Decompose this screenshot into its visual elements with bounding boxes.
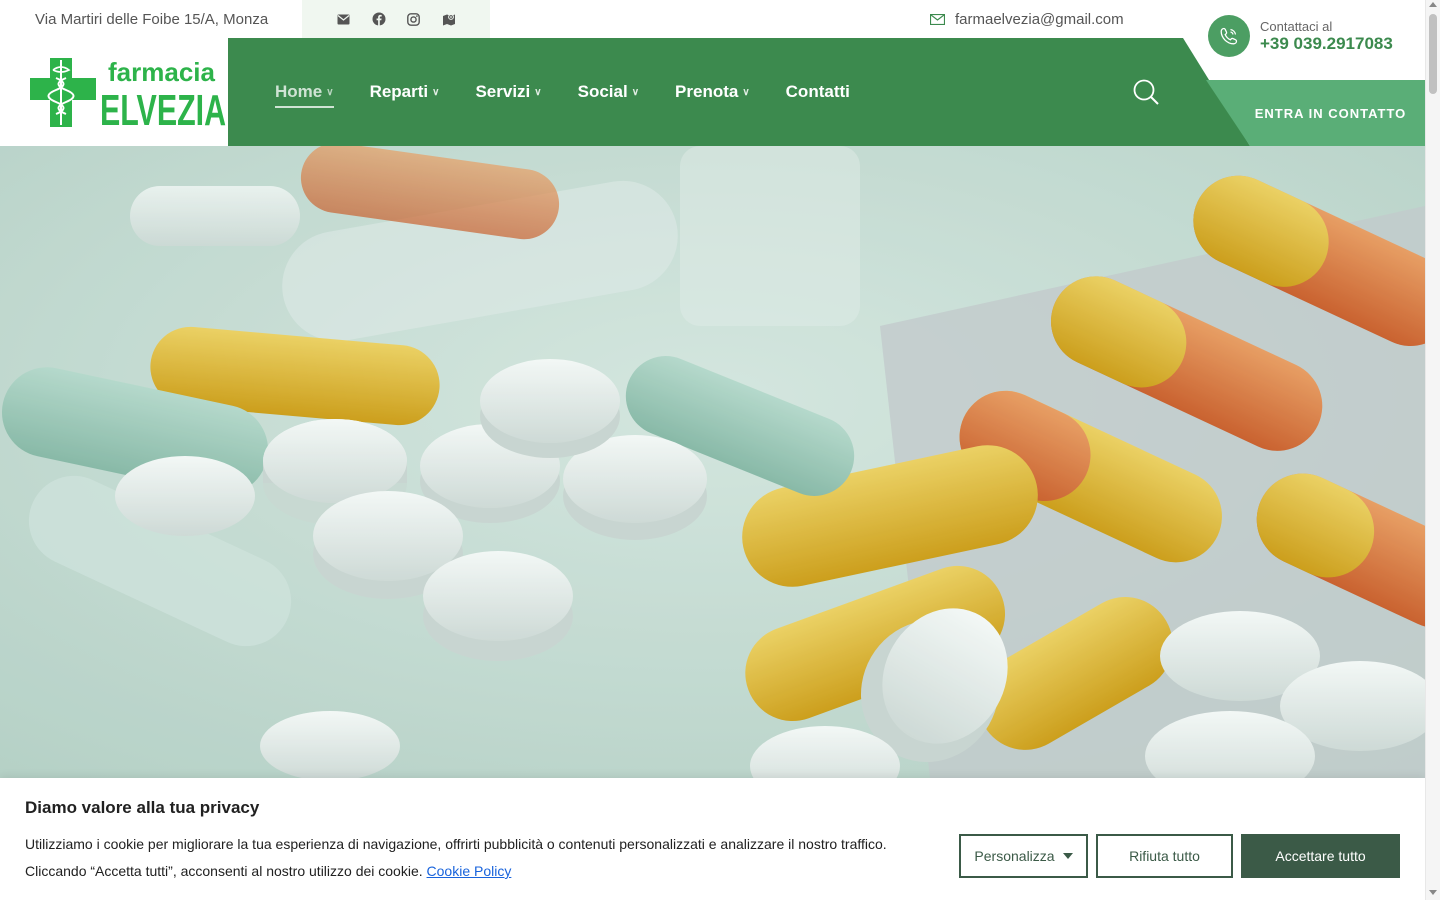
caduceus-cross-icon: [30, 58, 96, 127]
logo-text-line2: ELVEZIA: [100, 86, 226, 135]
chevron-down-icon: ∨: [326, 86, 334, 98]
chevron-down-icon: ∨: [742, 86, 750, 98]
envelope-icon[interactable]: [336, 11, 352, 27]
cookie-policy-link[interactable]: Cookie Policy: [427, 863, 512, 879]
map-icon[interactable]: [441, 11, 457, 27]
chevron-down-icon: ∨: [631, 86, 640, 98]
nav-item-home[interactable]: Home ∨: [275, 82, 334, 108]
search-icon[interactable]: [1132, 78, 1160, 106]
facebook-icon[interactable]: [371, 11, 387, 27]
phone-contact[interactable]: Contattaci al +39 039.2917083: [1208, 15, 1393, 57]
address-text: Via Martiri delle Foibe 15/A, Monza: [35, 11, 269, 28]
phone-number: +39 039.2917083: [1260, 34, 1393, 53]
main-nav: Home ∨ Reparti ∨ Servizi ∨ Social ∨ Prenota ∨ Cont…: [228, 38, 1250, 146]
scrollbar-thumb[interactable]: [1429, 14, 1437, 94]
instagram-icon[interactable]: [406, 11, 422, 27]
mail-icon: [930, 14, 945, 25]
nav-item-social[interactable]: Social ∨: [578, 82, 639, 102]
cookie-text: Utilizziamo i cookie per migliorare la t…: [25, 836, 887, 879]
phone-label: Contattaci al: [1260, 19, 1333, 34]
accept-all-button[interactable]: Accettare tutto: [1241, 834, 1400, 878]
scroll-up-arrow-icon[interactable]: [1429, 2, 1437, 7]
reject-all-button[interactable]: Rifiuta tutto: [1096, 834, 1233, 878]
phone-icon: [1208, 15, 1250, 57]
scroll-down-arrow-icon[interactable]: [1429, 890, 1437, 895]
hero-image: [0, 146, 1425, 778]
cookie-title: Diamo valore alla tua privacy: [25, 798, 260, 817]
email-text: farmaelvezia@gmail.com: [955, 11, 1124, 28]
nav-item-prenota[interactable]: Prenota ∨: [675, 82, 750, 102]
logo[interactable]: farmacia ELVEZIA: [0, 38, 228, 146]
logo-text-line1: farmacia: [108, 57, 215, 87]
customize-button[interactable]: Personalizza: [959, 834, 1088, 878]
caret-down-icon: [1062, 853, 1073, 859]
email-link[interactable]: farmaelvezia@gmail.com: [930, 11, 1124, 28]
nav-item-servizi[interactable]: Servizi ∨: [475, 82, 541, 102]
nav-item-reparti[interactable]: Reparti ∨: [370, 82, 440, 102]
cookie-banner: Diamo valore alla tua privacy Utilizziam…: [0, 778, 1425, 900]
scrollbar[interactable]: [1425, 0, 1440, 900]
chevron-down-icon: ∨: [534, 86, 542, 98]
chevron-down-icon: ∨: [432, 86, 440, 98]
nav-item-contatti[interactable]: Contatti: [786, 82, 850, 102]
pills-photo: [0, 146, 1425, 778]
social-links: [302, 0, 490, 38]
